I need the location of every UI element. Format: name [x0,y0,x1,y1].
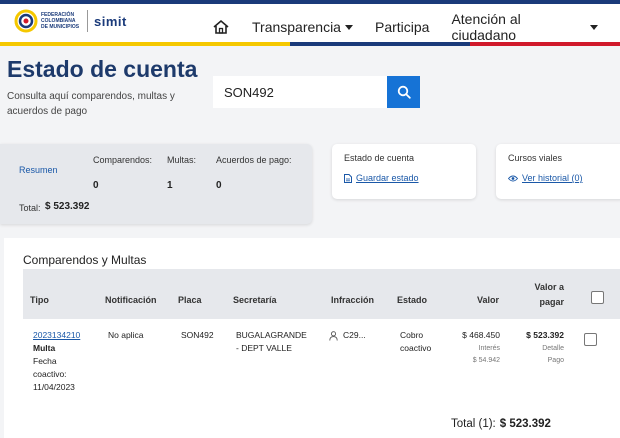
nav-home[interactable] [212,19,230,35]
ver-historial-link[interactable]: Ver historial (0) [508,173,583,183]
logo-brand: simit [94,13,127,29]
row-estado-1: Cobro [400,330,424,340]
col-estado: Estado [397,295,428,305]
nav-transparencia-label: Transparencia [252,19,341,35]
search-input[interactable] [213,76,388,108]
site-header: FEDERACIÓN COLOMBIANA DE MUNICIPIOS simi… [0,4,620,43]
comparendos-panel: Comparendos y Multas Tipo Notificación P… [4,238,620,438]
summary-card: Resumen Comparendos: 0 Multas: 1 Acuerdo… [0,144,312,224]
col-tipo: Tipo [30,295,49,305]
col-secretaria: Secretaría [233,295,277,305]
home-icon [213,19,229,34]
estado-card-title: Estado de cuenta [344,153,415,163]
logo[interactable]: FEDERACIÓN COLOMBIANA DE MUNICIPIOS simi… [14,9,127,33]
row-notificacion: No aplica [108,330,144,340]
table-total-label: Total (1): [451,418,496,430]
row-tipo: Multa [33,343,56,353]
nav-atencion[interactable]: Atención al ciudadano [451,11,598,43]
row-fecha-label-1: Fecha [33,356,57,366]
table-total-value: $ 523.392 [499,418,551,430]
caret-down-icon [344,24,353,30]
multas-count: 1 [167,180,173,191]
row-infraccion-code: C29... [343,330,366,340]
panel-title: Comparendos y Multas [23,253,147,267]
guardar-estado-label: Guardar estado [356,173,419,183]
comparendo-number-link[interactable]: 2023134210 [33,329,80,342]
col-valor: Valor [477,295,500,305]
main-nav: Transparencia Participa Atención al ciud… [212,11,620,43]
row-interes: $ 54.942 [472,357,500,364]
search-button[interactable] [387,76,420,108]
col-infraccion: Infracción [331,295,375,305]
row-checkbox[interactable] [584,333,597,346]
nav-participa-label: Participa [374,19,430,35]
caret-down-icon [590,24,598,30]
multas-label: Multas: [167,155,197,165]
eye-icon [508,175,518,181]
row-estado-2: coactivo [400,343,432,353]
estado-cuenta-card: Estado de cuenta Guardar estado [332,144,476,199]
col-valor-pagar: Valor a pagar [522,280,564,310]
logo-text: FEDERACIÓN COLOMBIANA DE MUNICIPIOS [41,12,80,30]
acuerdos-label: Acuerdos de pago: [216,155,292,165]
ver-historial-label: Ver historial (0) [522,173,583,183]
row-secretaria-1: BUGALAGRANDE [236,330,307,340]
table-header: Tipo Notificación Placa Secretaría Infra… [23,269,620,319]
flag-bar [0,42,620,46]
resumen-link[interactable]: Resumen [19,165,58,175]
row-infraccion[interactable]: C29... [329,329,366,342]
guardar-estado-link[interactable]: Guardar estado [344,173,419,183]
summary-total-label: Total: [19,203,41,213]
fcm-logo-icon [14,9,38,33]
row-valor-pagar: $ 523.392 [526,330,564,340]
search-icon [397,85,411,99]
summary-total-value: $ 523.392 [45,201,90,212]
row-fecha-label-2: coactivo: [33,369,67,379]
col-valor-pagar-line2: pagar [539,297,564,307]
col-valor-pagar-line1: Valor a [534,282,564,292]
comparendos-count: 0 [93,180,99,191]
row-placa: SON492 [181,330,214,340]
comparendos-label: Comparendos: [93,155,153,165]
cursos-viales-card: Cursos viales Ver historial (0) [496,144,620,199]
row-detalle-2[interactable]: Pago [504,354,564,367]
document-icon [344,173,352,183]
nav-atencion-label: Atención al ciudadano [451,11,521,43]
nav-participa[interactable]: Participa [375,19,429,35]
logo-divider [87,10,88,32]
nav-transparencia[interactable]: Transparencia [252,19,353,35]
page-title: Estado de cuenta [7,56,198,82]
row-secretaria-2: - DEPT VALLE [236,343,292,353]
table-total: Total (1): $ 523.392 [451,418,551,430]
select-all-checkbox[interactable] [591,291,604,304]
person-icon [329,330,338,341]
acuerdos-count: 0 [216,180,222,191]
page-subtitle: Consulta aquí comparendos, multas y acue… [7,91,175,117]
row-fecha: 11/04/2023 [33,382,75,392]
col-notificacion: Notificación [105,295,157,305]
row-valor: $ 468.450 [462,330,500,340]
cursos-card-title: Cursos viales [508,153,563,163]
col-placa: Placa [178,295,202,305]
